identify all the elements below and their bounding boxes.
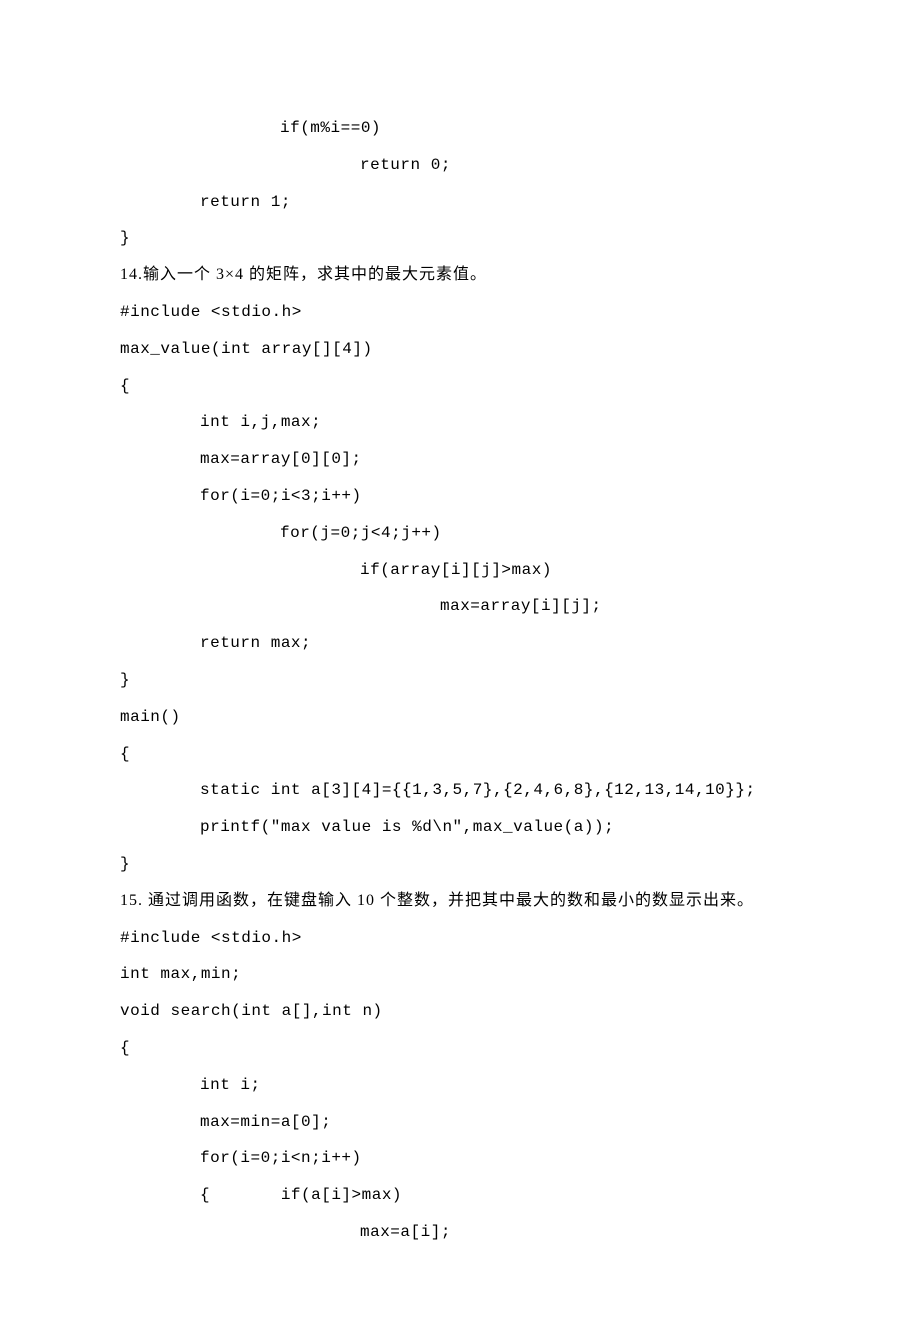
line-8: int i,j,max; [120, 404, 800, 441]
line-20: } [120, 846, 800, 883]
line-12: if(array[i][j]>max) [120, 552, 800, 589]
line-26: int i; [120, 1067, 800, 1104]
line-23: int max,min; [120, 956, 800, 993]
line-29: { if(a[i]>max) [120, 1177, 800, 1214]
line-30: max=a[i]; [120, 1214, 800, 1251]
line-28: for(i=0;i<n;i++) [120, 1140, 800, 1177]
line-13: max=array[i][j]; [120, 588, 800, 625]
line-22: #include <stdio.h> [120, 920, 800, 957]
line-18: static int a[3][4]={{1,3,5,7},{2,4,6,8},… [120, 772, 800, 809]
line-14: return max; [120, 625, 800, 662]
line-24: void search(int a[],int n) [120, 993, 800, 1030]
line-1: return 0; [120, 147, 800, 184]
line-2: return 1; [120, 184, 800, 221]
line-15: } [120, 662, 800, 699]
line-9: max=array[0][0]; [120, 441, 800, 478]
line-19: printf("max value is %d\n",max_value(a))… [120, 809, 800, 846]
line-25: { [120, 1030, 800, 1067]
document-body: if(m%i==0)return 0;return 1;}14.输入一个 3×4… [120, 110, 800, 1251]
line-7: { [120, 368, 800, 405]
line-0: if(m%i==0) [120, 110, 800, 147]
line-10: for(i=0;i<3;i++) [120, 478, 800, 515]
line-4: 14.输入一个 3×4 的矩阵，求其中的最大元素值。 [120, 257, 800, 294]
line-3: } [120, 220, 800, 257]
line-6: max_value(int array[][4]) [120, 331, 800, 368]
line-5: #include <stdio.h> [120, 294, 800, 331]
line-11: for(j=0;j<4;j++) [120, 515, 800, 552]
line-16: main() [120, 699, 800, 736]
line-17: { [120, 736, 800, 773]
line-21: 15. 通过调用函数，在键盘输入 10 个整数，并把其中最大的数和最小的数显示出… [120, 883, 800, 920]
line-27: max=min=a[0]; [120, 1104, 800, 1141]
